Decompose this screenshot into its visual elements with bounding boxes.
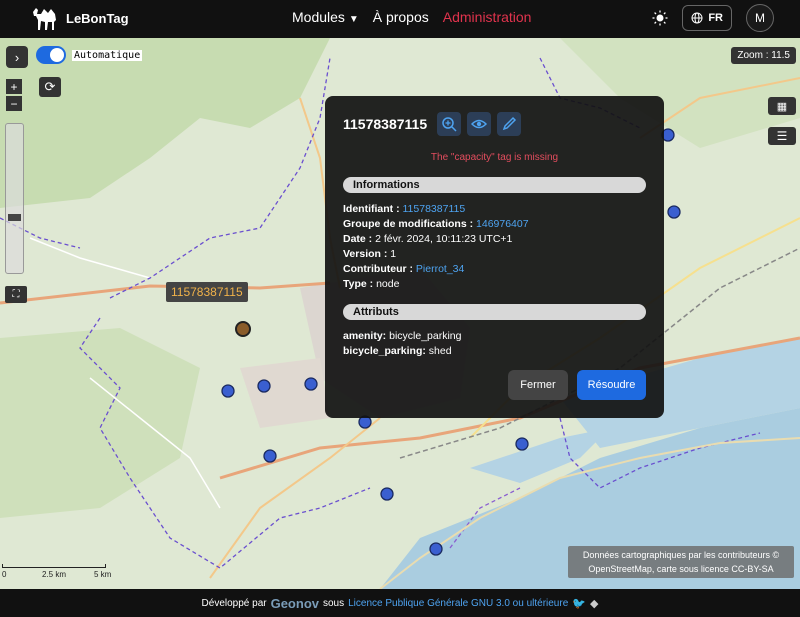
attribute-value: bicycle_parking: [389, 330, 462, 342]
auto-label: Automatique: [72, 49, 143, 61]
zoom-in-icon: [442, 117, 457, 132]
scale-label-1: 2.5 km: [42, 570, 67, 579]
refresh-icon: ⟳: [44, 79, 56, 94]
info-changeset: Groupe de modifications : 146976407: [343, 218, 529, 230]
info-date: Date : 2 févr. 2024, 10:11:23 UTC+1: [343, 233, 512, 245]
info-contributor: Contributeur : Pierrot_34: [343, 263, 464, 275]
attribute-key: amenity:: [343, 330, 387, 342]
header-actions: FR M: [652, 4, 774, 32]
marker-tooltip: 11578387115: [166, 282, 248, 302]
refresh-button[interactable]: ⟳: [39, 77, 61, 97]
nav-administration[interactable]: Administration: [443, 9, 532, 25]
scale-label-0: 0: [2, 570, 7, 579]
contributor-link[interactable]: Pierrot_34: [416, 263, 464, 275]
caret-down-icon: ▼: [348, 14, 359, 25]
popup-header: 11578387115: [343, 112, 522, 136]
version-label: Version :: [343, 248, 388, 260]
contributor-label: Contributeur :: [343, 263, 413, 275]
resolve-button[interactable]: Résoudre: [577, 370, 646, 400]
info-identifiant: Identifiant : 11578387115: [343, 203, 465, 215]
top-navbar: LeBonTag Modules ▼ À propos Administrati…: [0, 0, 800, 38]
zoom-slider-thumb[interactable]: [8, 214, 21, 221]
auto-mode-toggle[interactable]: Automatique: [36, 46, 143, 64]
attribution-line-1: Données cartographiques par les contribu…: [582, 550, 780, 560]
footer-developed-by: Développé par: [201, 597, 267, 609]
map-menu-button[interactable]: ☰: [768, 127, 796, 145]
changeset-label: Groupe de modifications :: [343, 218, 474, 230]
zoom-out-button[interactable]: −: [6, 96, 22, 111]
attribute-amenity: amenity: bicycle_parking: [343, 330, 461, 342]
attribute-bicycle-parking: bicycle_parking: shed: [343, 345, 452, 357]
identifiant-label: Identifiant :: [343, 203, 400, 215]
view-button[interactable]: [467, 112, 492, 136]
hamburger-icon: ☰: [776, 129, 788, 143]
feature-popup: 11578387115 The "capacity" tag is missin…: [325, 96, 664, 418]
info-type: Type : node: [343, 278, 399, 290]
nav-about[interactable]: À propos: [373, 9, 429, 25]
brand-name: LeBonTag: [66, 10, 129, 26]
fullscreen-icon: ⛶: [12, 289, 20, 300]
language-label: FR: [708, 12, 723, 24]
twitter-icon[interactable]: 🐦: [572, 597, 586, 610]
edit-button[interactable]: [497, 112, 522, 136]
chevron-right-icon: ›: [14, 49, 20, 65]
sun-icon[interactable]: [652, 10, 668, 26]
map-scale: 0 2.5 km 5 km: [2, 564, 111, 579]
geonov-logo[interactable]: Geonov: [271, 596, 319, 611]
eye-icon: [471, 119, 488, 129]
camel-icon: [33, 8, 56, 30]
date-value: 2 févr. 2024, 10:11:23 UTC+1: [375, 233, 513, 245]
brand[interactable]: LeBonTag: [30, 4, 129, 32]
section-informations: Informations: [343, 177, 646, 193]
main-nav: Modules ▼ À propos Administration: [292, 9, 531, 25]
footer: Développé par Geonov sous Licence Publiq…: [0, 589, 800, 617]
popup-title: 11578387115: [343, 116, 428, 132]
sidebar-toggle-button[interactable]: ›: [6, 46, 28, 68]
map-view[interactable]: › Automatique ⟳ + − ⛶ Zoom : 11.5 ▦ ☰ 11…: [0, 38, 800, 589]
map-layers-button[interactable]: ▦: [768, 97, 796, 115]
zoom-to-button[interactable]: [437, 112, 462, 136]
type-label: Type :: [343, 278, 374, 290]
type-value: node: [376, 278, 400, 290]
close-button[interactable]: Fermer: [508, 370, 568, 400]
date-label: Date :: [343, 233, 373, 245]
gitlab-icon[interactable]: ◆: [590, 597, 598, 610]
license-link[interactable]: Licence Publique Générale GNU 3.0 ou ult…: [348, 598, 568, 609]
warning-message: The "capacity" tag is missing: [430, 152, 559, 163]
zoom-in-button[interactable]: +: [6, 79, 22, 94]
fullscreen-button[interactable]: ⛶: [5, 286, 27, 303]
changeset-link[interactable]: 146976407: [476, 218, 529, 230]
user-avatar[interactable]: M: [746, 4, 774, 32]
identifiant-link[interactable]: 11578387115: [403, 203, 466, 215]
language-button[interactable]: FR: [682, 5, 732, 31]
map-icon: ▦: [776, 100, 788, 113]
attribute-value: shed: [428, 345, 452, 357]
scale-label-2: 5 km: [94, 570, 112, 579]
pencil-icon: [502, 116, 517, 131]
zoom-level: Zoom : 11.5: [731, 47, 796, 64]
nav-modules[interactable]: Modules ▼: [292, 9, 359, 25]
info-version: Version : 1: [343, 248, 396, 260]
footer-under: sous: [323, 597, 345, 609]
section-attributs: Attributs: [343, 304, 646, 320]
version-value: 1: [390, 248, 397, 260]
auto-switch[interactable]: [36, 46, 66, 64]
zoom-slider[interactable]: [5, 123, 24, 274]
globe-icon: [691, 12, 703, 24]
attribute-key: bicycle_parking:: [343, 345, 426, 357]
map-attribution: Données cartographiques par les contribu…: [568, 546, 794, 578]
attribution-line-2: OpenStreetMap, carte sous licence CC-BY-…: [588, 564, 774, 574]
